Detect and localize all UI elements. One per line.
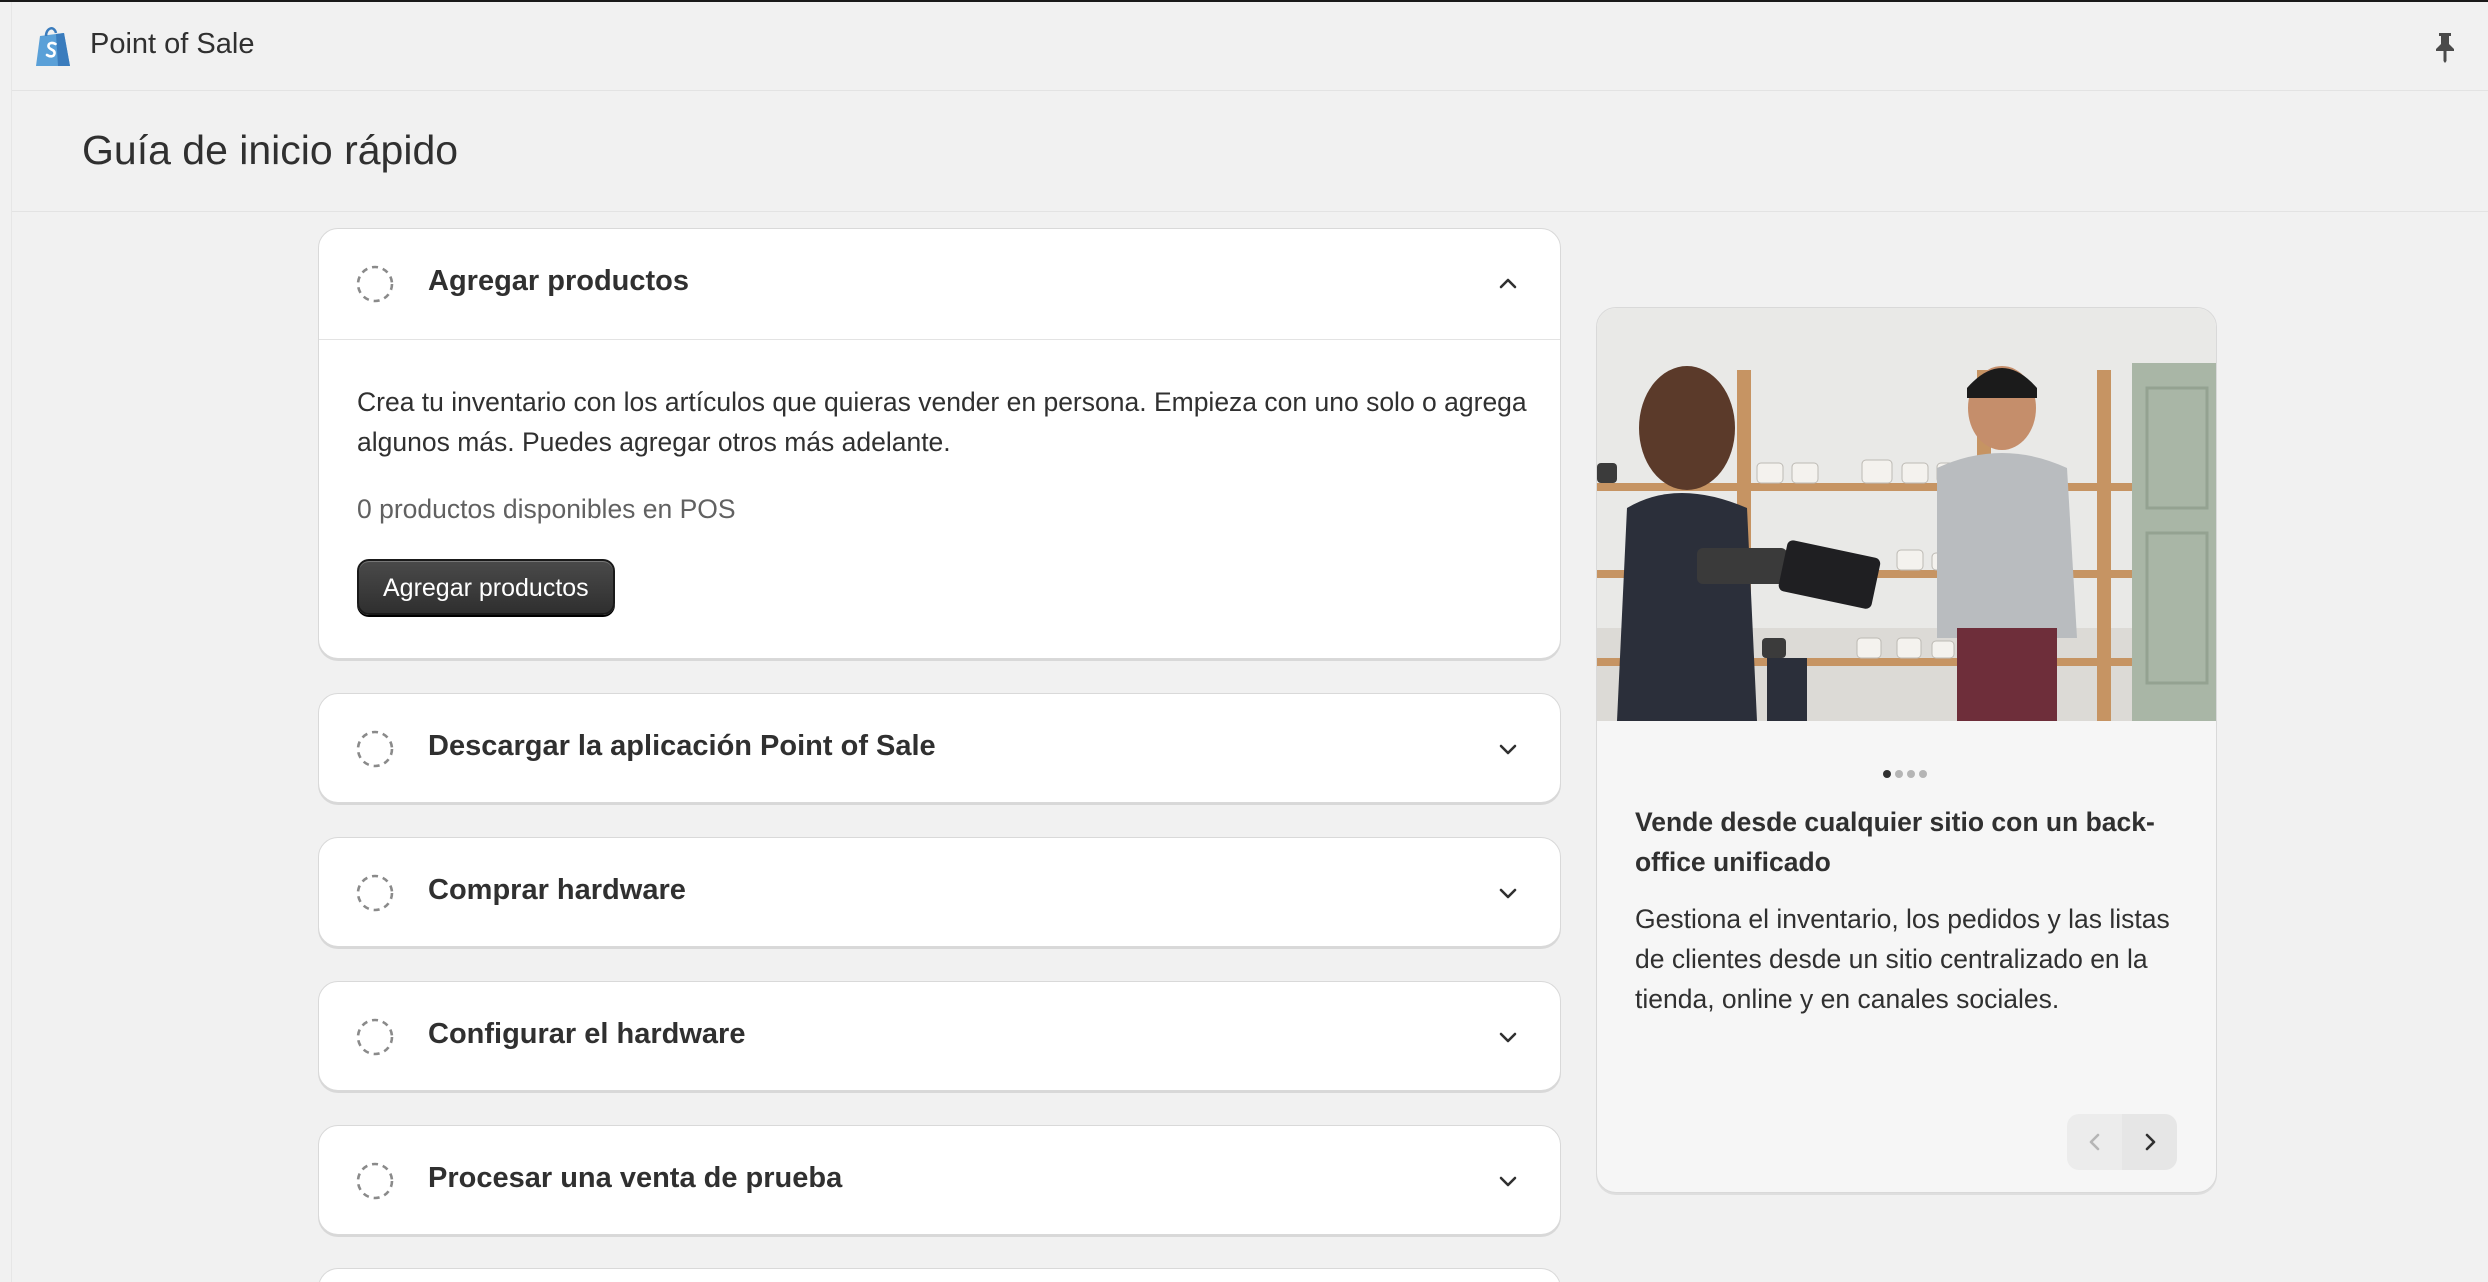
step-card-comprar-hardware[interactable]: Comprar hardware <box>318 837 1561 947</box>
step-header[interactable]: Procesar una venta de prueba <box>319 1126 1560 1236</box>
previous-button[interactable] <box>2067 1114 2122 1170</box>
add-products-button[interactable]: Agregar productos <box>357 559 615 615</box>
dashed-circle-icon <box>356 874 394 912</box>
step-card-configurar-hardware[interactable]: Configurar el hardware <box>318 981 1561 1091</box>
left-edge <box>0 2 12 1282</box>
step-title: Comprar hardware <box>428 874 686 906</box>
chevron-down-icon[interactable] <box>1495 1024 1521 1050</box>
promo-carousel: Vende desde cualquier sitio con un back-… <box>1596 307 2217 1193</box>
page-header: Guía de inicio rápido <box>12 90 2488 212</box>
step-card-next[interactable] <box>318 1268 1561 1282</box>
product-count: 0 productos disponibles en POS <box>357 494 736 524</box>
carousel-nav <box>2067 1114 2177 1170</box>
dashed-circle-icon <box>356 265 394 303</box>
promo-title: Vende desde cualquier sitio con un back-… <box>1635 807 2155 877</box>
dashed-circle-icon <box>356 730 394 768</box>
step-title: Descargar la aplicación Point of Sale <box>428 730 936 762</box>
carousel-dot[interactable] <box>1883 770 1891 778</box>
carousel-dot[interactable] <box>1919 770 1927 778</box>
page-title: Guía de inicio rápido <box>82 127 459 173</box>
step-header[interactable]: Descargar la aplicación Point of Sale <box>319 694 1560 804</box>
shopify-bag-icon <box>36 27 70 66</box>
carousel-dot[interactable] <box>1895 770 1903 778</box>
next-button[interactable] <box>2122 1114 2177 1170</box>
step-description: Crea tu inventario con los artículos que… <box>357 387 1527 457</box>
step-body: Crea tu inventario con los artículos que… <box>319 339 1560 615</box>
step-header[interactable]: Comprar hardware <box>319 838 1560 948</box>
dashed-circle-icon <box>356 1018 394 1056</box>
store-photo <box>1597 308 2216 721</box>
promo-text: Gestiona el inventario, los pedidos y la… <box>1635 904 2170 1014</box>
app-bar: Point of Sale <box>0 2 2488 90</box>
chevron-up-icon[interactable] <box>1495 271 1521 297</box>
pos-app: Point of Sale Guía de inicio rápido Agre… <box>0 0 2488 1282</box>
step-header[interactable]: Agregar productos <box>319 229 1560 339</box>
chevron-down-icon[interactable] <box>1495 880 1521 906</box>
app-title: Point of Sale <box>90 28 255 60</box>
chevron-right-icon <box>2145 1133 2155 1151</box>
step-card-agregar-productos: Agregar productos Crea tu inventario con… <box>318 228 1561 659</box>
step-title: Configurar el hardware <box>428 1018 746 1050</box>
step-card-descargar-app[interactable]: Descargar la aplicación Point of Sale <box>318 693 1561 803</box>
chevron-left-icon <box>2089 1133 2099 1151</box>
step-title: Agregar productos <box>428 265 690 297</box>
step-card-venta-prueba[interactable]: Procesar una venta de prueba <box>318 1125 1561 1235</box>
chevron-down-icon[interactable] <box>1495 1168 1521 1194</box>
dashed-circle-icon <box>356 1162 394 1200</box>
pin-icon[interactable] <box>2428 30 2462 64</box>
carousel-dot[interactable] <box>1907 770 1915 778</box>
step-title: Procesar una venta de prueba <box>428 1162 843 1194</box>
carousel-indicators <box>1883 770 1927 778</box>
step-header[interactable]: Configurar el hardware <box>319 982 1560 1092</box>
chevron-down-icon[interactable] <box>1495 736 1521 762</box>
